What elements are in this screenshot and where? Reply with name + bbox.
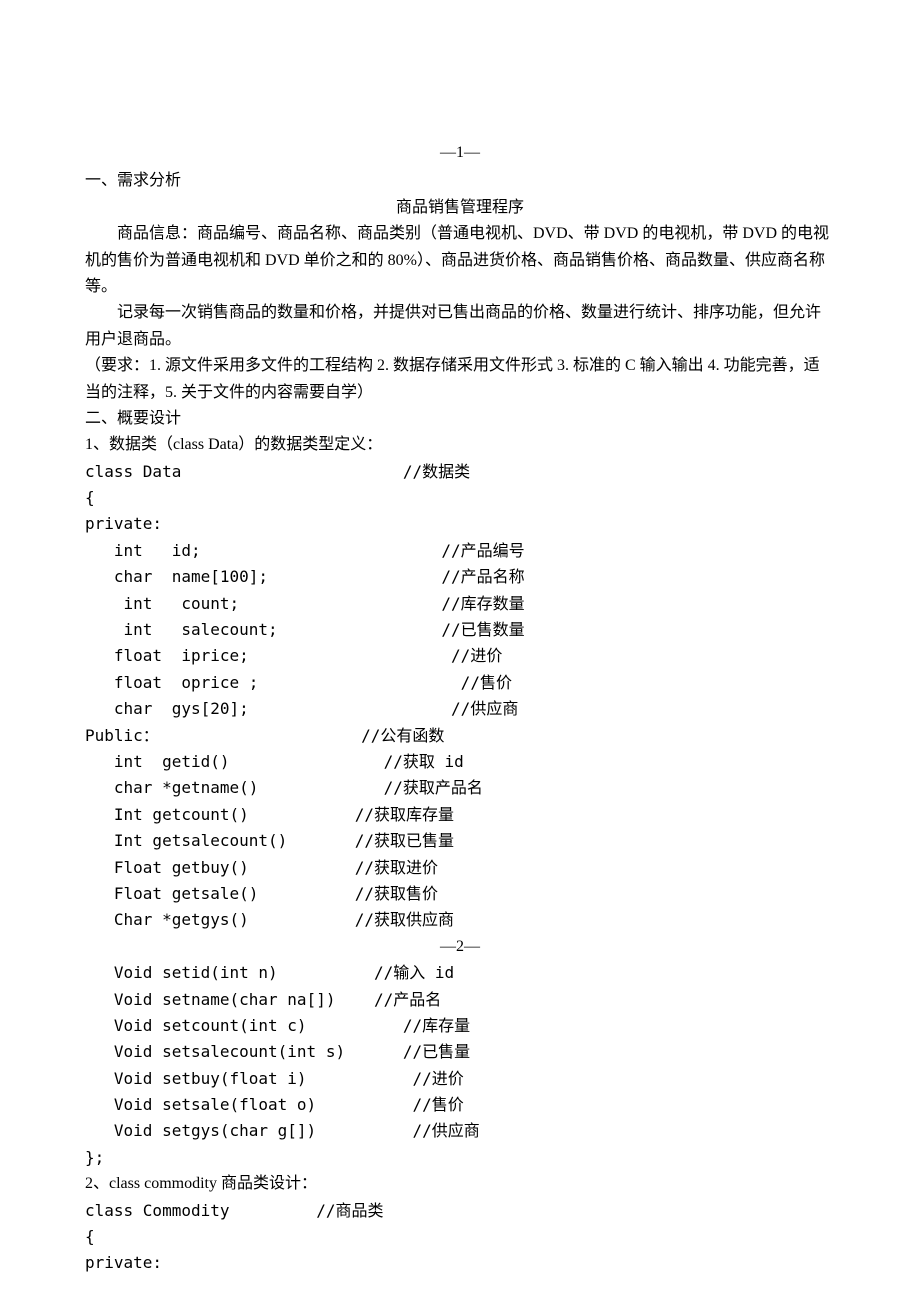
section-data-class: 1、数据类（class Data）的数据类型定义： — [85, 432, 835, 458]
paragraph-goods-info: 商品信息：商品编号、商品名称、商品类别（普通电视机、DVD、带 DVD 的电视机… — [85, 221, 835, 300]
section-commodity-class: 2、class commodity 商品类设计： — [85, 1171, 835, 1197]
paragraph-record: 记录每一次销售商品的数量和价格，并提供对已售出商品的价格、数量进行统计、排序功能… — [85, 300, 835, 353]
heading-design: 二、概要设计 — [85, 406, 835, 432]
paragraph-requirements: （要求：1. 源文件采用多文件的工程结构 2. 数据存储采用文件形式 3. 标准… — [85, 353, 835, 406]
code-block-commodity-class: class Commodity //商品类 { private: — [85, 1198, 835, 1277]
code-block-data-class-bottom: Void setid(int n) //输入 id Void setname(c… — [85, 960, 835, 1171]
page-number-mid: —2— — [85, 934, 835, 960]
code-block-data-class-top: class Data //数据类 { private: int id; //产品… — [85, 459, 835, 934]
page-number-top: —1— — [85, 140, 835, 166]
heading-requirements: 一、需求分析 — [85, 168, 835, 194]
doc-title: 商品销售管理程序 — [85, 195, 835, 221]
